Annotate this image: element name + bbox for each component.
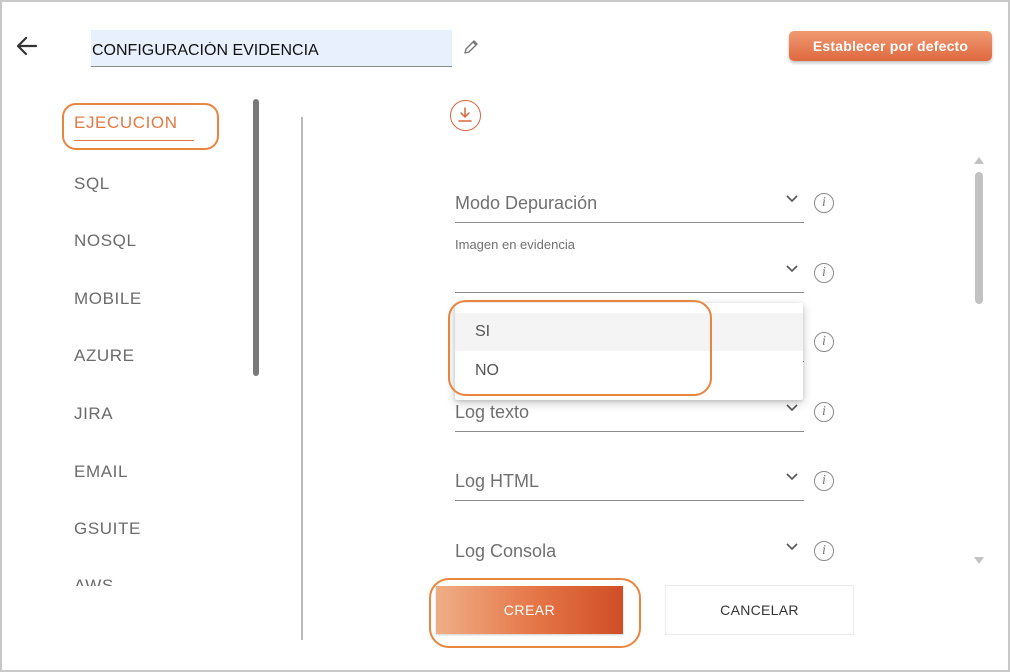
chevron-down-icon[interactable] [785,403,799,413]
dropdown-panel: SI NO [455,303,803,400]
field-label-log-html: Log HTML [455,471,540,491]
vertical-divider [301,117,303,640]
back-arrow-icon[interactable] [14,33,40,59]
active-tab-indicator [74,140,194,141]
sidebar-item-gsuite[interactable]: GSUITE [74,519,141,539]
create-button[interactable]: CREAR [436,586,623,634]
set-default-button[interactable]: Establecer por defecto [789,31,992,61]
sidebar-item-ejecucion[interactable]: EJECUCION [74,113,178,133]
field-label-modo-depuracion: Modo Depuración [455,193,598,213]
scroll-down-arrow-icon[interactable] [974,557,984,564]
sidebar-item-nosql[interactable]: NOSQL [74,231,137,251]
sidebar-nav: EJECUCION SQL NOSQL MOBILE AZURE JIRA EM… [62,94,247,586]
dropdown-option-si[interactable]: SI [455,313,803,351]
sidebar-item-azure[interactable]: AZURE [74,346,135,366]
info-icon[interactable]: i [814,471,834,491]
sidebar-item-email[interactable]: EMAIL [74,462,128,482]
info-icon[interactable]: i [814,263,834,283]
field-underline [455,500,804,501]
dialog-window: Establecer por defecto EJECUCION SQL NOS… [0,0,1010,672]
sidebar-item-jira[interactable]: JIRA [74,404,113,424]
info-icon[interactable]: i [814,541,834,561]
info-icon[interactable]: i [814,332,834,352]
field-label-log-consola: Log Consola [455,541,557,561]
sidebar-item-aws[interactable]: AWS [74,576,114,586]
info-icon[interactable]: i [814,193,834,213]
pencil-icon[interactable] [462,38,480,56]
field-underline [455,222,804,223]
sidebar-item-mobile[interactable]: MOBILE [74,289,142,309]
chevron-down-icon[interactable] [785,194,799,204]
cancel-button[interactable]: CANCELAR [665,585,854,635]
chevron-down-icon[interactable] [785,264,799,274]
field-underline [455,431,804,432]
form-scrollbar[interactable] [975,172,983,304]
dropdown-option-no[interactable]: NO [455,352,803,390]
info-icon[interactable]: i [814,402,834,422]
chevron-down-icon[interactable] [785,542,799,552]
field-underline [455,292,804,293]
chevron-down-icon[interactable] [785,472,799,482]
config-title-input[interactable] [91,30,452,67]
field-label-log-texto: Log texto [455,402,530,422]
download-icon[interactable] [450,100,481,131]
scroll-up-arrow-icon[interactable] [974,157,984,164]
field-label-imagen-en-evidencia: Imagen en evidencia [455,237,575,252]
sidebar-scrollbar[interactable] [253,99,259,376]
sidebar-item-sql[interactable]: SQL [74,174,110,194]
